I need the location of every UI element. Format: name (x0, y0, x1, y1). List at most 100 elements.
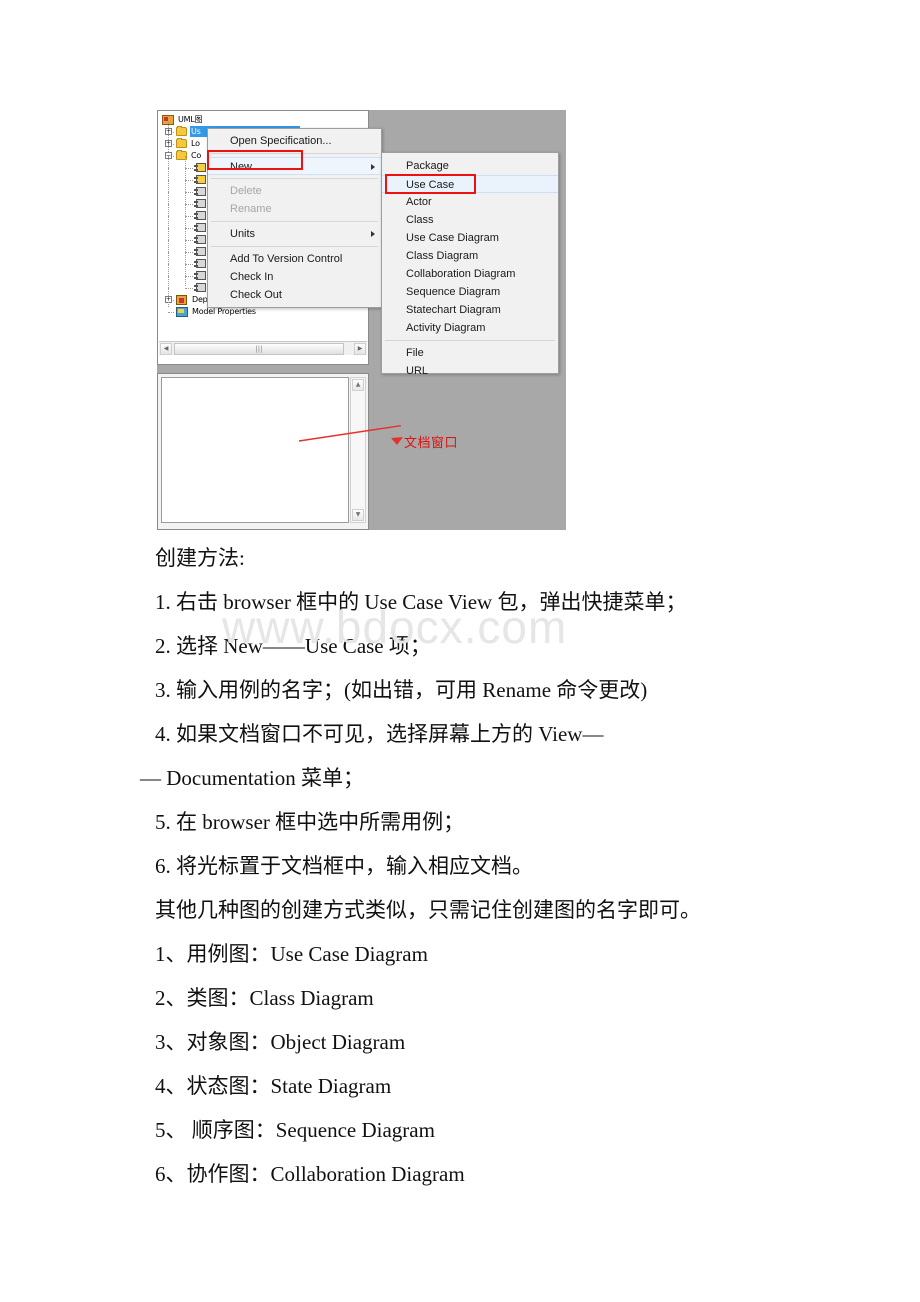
component-icon (194, 247, 206, 256)
tree-connector (168, 204, 169, 216)
tree-connector (168, 300, 169, 307)
tree-connector (168, 240, 169, 252)
submenu-item-label: Statechart Diagram (406, 304, 501, 316)
menu-item-rename[interactable]: Rename (208, 200, 381, 218)
documentation-textarea[interactable] (161, 377, 349, 523)
submenu-item-label: Package (406, 160, 449, 172)
diagram-list-item-5: 5、 顺序图：Sequence Diagram (155, 1118, 435, 1142)
tree-connector (185, 168, 193, 169)
tree-connector (168, 312, 174, 313)
menu-separator (385, 340, 555, 341)
scroll-right-arrow-icon[interactable]: ▶ (354, 343, 366, 355)
submenu-item-statechart-diagram[interactable]: Statechart Diagram (382, 301, 558, 319)
tree-connector (185, 216, 186, 228)
submenu-item-label: Use Case Diagram (406, 232, 499, 244)
menu-item-label: Check In (230, 271, 274, 283)
menu-item-label: Rename (230, 203, 272, 215)
tree-connector (168, 216, 169, 228)
submenu-item-class-diagram[interactable]: Class Diagram (382, 247, 558, 265)
tree-connector (185, 276, 193, 277)
menu-item-add-to-version-control[interactable]: Add To Version Control (208, 250, 381, 268)
tree-item-label: Us (191, 127, 201, 136)
menu-item-label: Add To Version Control (230, 253, 343, 265)
menu-separator (211, 153, 378, 154)
tree-connector (185, 252, 193, 253)
tree-connector (185, 180, 193, 181)
component-icon (194, 211, 206, 220)
paragraph-step-2: 2. 选择 New——Use Case 项； (155, 634, 431, 658)
tree-connector (185, 168, 186, 180)
document-body: 创建方法: 1. 右击 browser 框中的 Use Case View 包，… (0, 536, 920, 1196)
menu-item-open-specification[interactable]: Open Specification... (208, 132, 381, 150)
tree-connector (168, 156, 169, 168)
submenu-item-url[interactable]: URL (382, 362, 558, 380)
component-icon (194, 163, 206, 172)
paragraph-step-4-cont: — Documentation 菜单； (140, 766, 364, 790)
tree-connector (185, 204, 186, 216)
component-icon (194, 259, 206, 268)
tree-connector (185, 264, 186, 276)
new-submenu[interactable]: Package Use Case Actor Class Use Case Di… (381, 152, 559, 377)
paragraph-step-4: 4. 如果文档窗口不可见，选择屏幕上方的 View— (155, 722, 604, 746)
submenu-item-collaboration-diagram[interactable]: Collaboration Diagram (382, 265, 558, 283)
submenu-item-sequence-diagram[interactable]: Sequence Diagram (382, 283, 558, 301)
tree-connector (185, 216, 193, 217)
tree-horizontal-scrollbar[interactable]: ◀ ||| ▶ (159, 341, 367, 355)
submenu-item-label: File (406, 347, 424, 359)
tree-item-label: Lo (191, 139, 200, 148)
submenu-item-label: Class Diagram (406, 250, 479, 262)
paragraph-step-1: 1. 右击 browser 框中的 Use Case View 包，弹出快捷菜单… (155, 590, 687, 614)
tree-connector (185, 192, 193, 193)
component-icon (194, 199, 206, 208)
annotation-label: 文档窗口 (404, 436, 459, 451)
tree-connector (185, 276, 186, 286)
documentation-vertical-scrollbar[interactable]: ▲ ▼ (350, 377, 366, 523)
scroll-up-arrow-icon[interactable]: ▲ (352, 379, 364, 391)
tree-connector (168, 168, 169, 180)
menu-item-label: Delete (230, 185, 262, 197)
menu-separator (211, 246, 378, 247)
tree-connector (185, 228, 186, 240)
component-icon (194, 235, 206, 244)
menu-item-check-in[interactable]: Check In (208, 268, 381, 286)
component-icon (194, 223, 206, 232)
tree-root-label: UML图 (178, 115, 203, 124)
submenu-item-use-case[interactable]: Use Case (382, 175, 558, 193)
scrollbar-thumb[interactable]: ||| (174, 343, 344, 355)
diagram-list-item-4: 4、状态图：State Diagram (155, 1074, 392, 1098)
submenu-item-activity-diagram[interactable]: Activity Diagram (382, 319, 558, 337)
tree-connector (168, 228, 169, 240)
tree-connector (185, 264, 193, 265)
menu-item-label: New (230, 161, 253, 173)
tree-connector (168, 276, 169, 288)
submenu-item-actor[interactable]: Actor (382, 193, 558, 211)
tree-connector (185, 156, 186, 168)
menu-item-check-out[interactable]: Check Out (208, 286, 381, 304)
tree-root-row[interactable]: UML图 (159, 114, 367, 126)
submenu-item-file[interactable]: File (382, 344, 558, 362)
paragraph-step-6: 6. 将光标置于文档框中，输入相应文档。 (155, 854, 533, 878)
menu-item-delete[interactable]: Delete (208, 182, 381, 200)
submenu-item-label: Collaboration Diagram (406, 268, 516, 280)
menu-item-label: Units (230, 228, 256, 240)
submenu-item-label: Sequence Diagram (406, 286, 501, 298)
submenu-item-use-case-diagram[interactable]: Use Case Diagram (382, 229, 558, 247)
menu-item-label: Open Specification... (230, 135, 332, 147)
menu-item-new[interactable]: New (208, 157, 381, 175)
menu-separator (211, 221, 378, 222)
submenu-item-class[interactable]: Class (382, 211, 558, 229)
menu-separator (211, 178, 378, 179)
context-menu[interactable]: Open Specification... New Delete Rename … (207, 128, 382, 308)
scroll-down-arrow-icon[interactable]: ▼ (352, 509, 364, 521)
tree-connector (185, 180, 186, 192)
paragraph-step-5: 5. 在 browser 框中选中所需用例； (155, 810, 465, 834)
folder-icon (176, 126, 187, 136)
tree-connector (185, 240, 193, 241)
submenu-item-package[interactable]: Package (382, 157, 558, 175)
diagram-list-item-1: 1、用例图：Use Case Diagram (155, 942, 428, 966)
scroll-left-arrow-icon[interactable]: ◀ (160, 343, 172, 355)
deployment-icon (176, 295, 187, 305)
tree-connector (168, 264, 169, 276)
menu-item-units[interactable]: Units (208, 225, 381, 243)
properties-icon (176, 307, 188, 317)
